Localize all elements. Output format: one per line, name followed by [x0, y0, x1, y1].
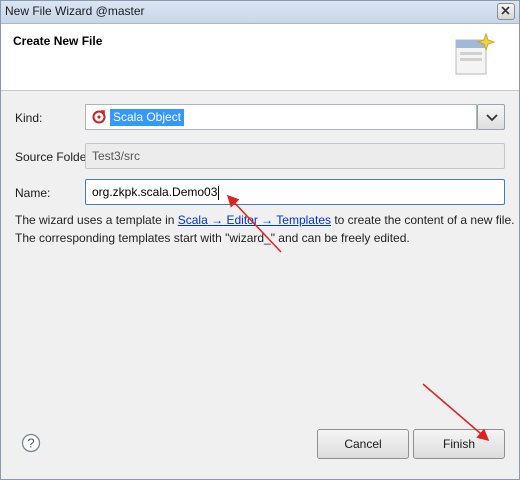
kind-dropdown-button[interactable] [477, 104, 505, 130]
close-button[interactable] [497, 3, 515, 20]
info-line-1: The wizard uses a template in Scala → Ed… [15, 213, 515, 227]
page-title: Create New File [13, 34, 103, 48]
name-value: org.zkpk.scala.Demo03 [92, 185, 218, 199]
link-scala[interactable]: Scala → Editor → Templates [178, 213, 331, 227]
new-file-wizard-icon [455, 32, 496, 75]
svg-text:?: ? [27, 436, 34, 451]
source-folder-field: Test3/src [85, 143, 505, 169]
finish-button[interactable]: Finish [413, 429, 505, 459]
name-label: Name: [15, 186, 51, 200]
kind-label: Kind: [15, 111, 43, 125]
wizard-window: New File Wizard @master Create New File … [0, 0, 520, 480]
title-bar[interactable]: New File Wizard @master [1, 1, 519, 24]
info-line-2: The corresponding templates start with "… [15, 231, 410, 245]
kind-combo[interactable]: Scala Object [85, 104, 477, 130]
help-icon[interactable]: ? [21, 433, 41, 453]
text-caret [218, 185, 220, 200]
kind-value[interactable]: Scala Object [110, 109, 185, 126]
close-icon [501, 6, 510, 15]
cancel-button[interactable]: Cancel [317, 429, 409, 459]
wizard-header: Create New File [1, 24, 519, 91]
scala-object-icon [92, 110, 106, 124]
window-title: New File Wizard @master [5, 4, 145, 18]
name-input[interactable]: org.zkpk.scala.Demo03 [85, 179, 505, 205]
chevron-down-icon [486, 114, 498, 122]
source-folder-label: Source Folder: [15, 150, 94, 164]
